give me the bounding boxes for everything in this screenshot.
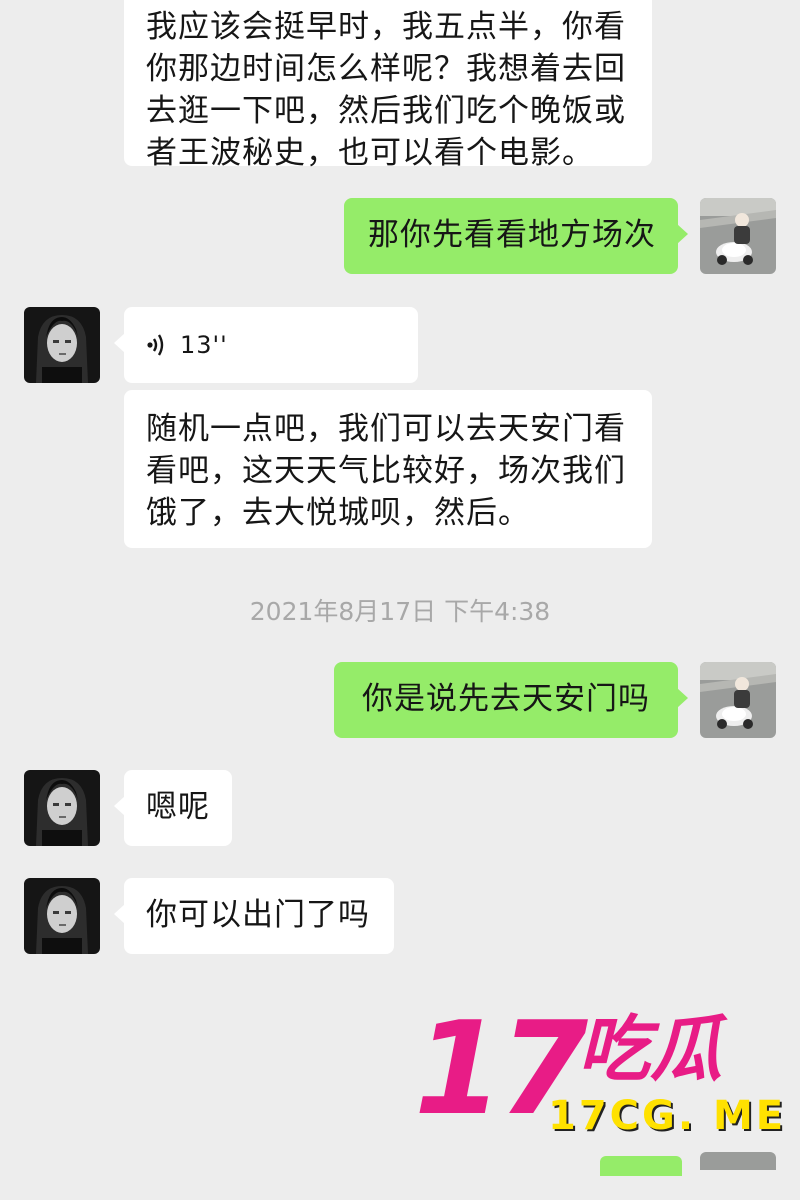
site-watermark: 17 吃瓜 17CG. ME <box>400 1005 790 1155</box>
message-line: 饿了，去大悦城呗，然后。 <box>146 495 530 531</box>
chat-timestamp: 2021年8月17日 下午4:38 <box>249 597 551 626</box>
message-line: 去逛一下吧，然后我们吃个晚饭或 <box>146 93 626 129</box>
message-line: 你那边时间怎么样呢？我想着去回 <box>146 51 626 87</box>
message-bubble-incoming[interactable]: 嗯呢 <box>114 770 232 846</box>
message-line: 我应该会挺早时，我五点半，你看 <box>146 9 626 45</box>
dark-portrait-avatar[interactable] <box>24 770 100 846</box>
message-bubble-incoming[interactable]: 你可以出门了吗 <box>114 878 394 954</box>
chat-screen: 我应该会挺早时，我五点半，你看 你那边时间怎么样呢？我想着去回 去逛一下吧，然后… <box>0 0 800 1200</box>
message-line: 者王波秘史，也可以看个电影。 <box>146 135 594 171</box>
message-bubble-outgoing[interactable]: 那你先看看地方场次 <box>344 198 688 274</box>
toddler-on-toy-car-avatar[interactable] <box>700 198 776 274</box>
message-bubble-incoming[interactable]: 我应该会挺早时，我五点半，你看 你那边时间怎么样呢？我想着去回 去逛一下吧，然后… <box>124 0 652 171</box>
toddler-on-toy-car-avatar[interactable] <box>700 662 776 738</box>
message-bubble-incoming[interactable]: 随机一点吧，我们可以去天安门看 看吧，这天天气比较好，场次我们 饿了，去大悦城呗… <box>124 390 652 548</box>
message-bubble-outgoing[interactable]: 你是说先去天安门吗 <box>334 662 688 738</box>
dark-portrait-avatar[interactable] <box>24 307 100 383</box>
voice-duration: 13'' <box>180 331 228 359</box>
message-text: 你可以出门了吗 <box>146 897 370 933</box>
partial-outgoing-bubble <box>600 1156 682 1176</box>
voice-wave-icon <box>147 334 164 356</box>
voice-message-bubble[interactable]: 13'' <box>114 307 418 383</box>
message-line: 看吧，这天天气比较好，场次我们 <box>146 453 626 489</box>
watermark-url: 17CG. ME <box>548 1093 787 1139</box>
message-text: 嗯呢 <box>146 789 210 825</box>
message-line: 随机一点吧，我们可以去天安门看 <box>146 411 626 447</box>
dark-portrait-avatar[interactable] <box>24 878 100 954</box>
watermark-chinese: 吃瓜 <box>578 1007 723 1091</box>
message-text: 你是说先去天安门吗 <box>362 681 650 717</box>
message-text: 那你先看看地方场次 <box>368 217 656 253</box>
